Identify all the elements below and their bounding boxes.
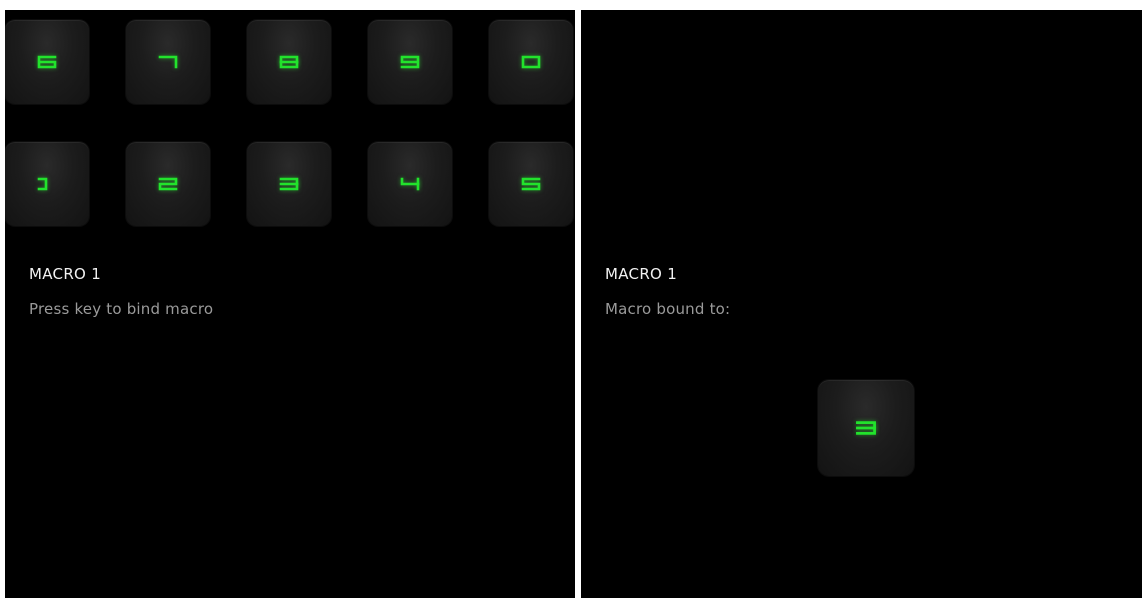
digit-segment bbox=[37, 177, 48, 191]
macro-key-5[interactable] bbox=[489, 142, 573, 226]
digit-3-icon bbox=[279, 177, 299, 191]
digit-segment bbox=[158, 177, 178, 191]
digit-6-icon bbox=[37, 55, 57, 69]
digit-segment bbox=[521, 55, 541, 69]
digit-9-icon bbox=[400, 55, 420, 69]
macro-key-0[interactable] bbox=[489, 20, 573, 104]
macro-key-6[interactable] bbox=[5, 20, 89, 104]
digit-segment bbox=[521, 177, 541, 191]
bound-key-3[interactable] bbox=[818, 380, 914, 476]
digit-1-icon bbox=[37, 177, 48, 191]
macro-bound-panel: MACRO 1 Macro bound to: bbox=[581, 10, 1142, 598]
macro-bound-status: Macro bound to: bbox=[605, 300, 731, 318]
digit-segment bbox=[37, 55, 57, 69]
digit-7-icon bbox=[158, 55, 178, 69]
macro-key-4[interactable] bbox=[368, 142, 452, 226]
digit-2-icon bbox=[158, 177, 178, 191]
macro-key-8[interactable] bbox=[247, 20, 331, 104]
digit-0-icon bbox=[521, 55, 541, 69]
macro-key-7[interactable] bbox=[126, 20, 210, 104]
macro-key-selection-panel: MACRO 1 Press key to bind macro bbox=[5, 10, 575, 598]
digit-8-icon bbox=[279, 55, 299, 69]
digit-4-icon bbox=[400, 177, 420, 191]
macro-key-2[interactable] bbox=[126, 142, 210, 226]
digit-segment bbox=[400, 55, 420, 69]
macro-key-1[interactable] bbox=[5, 142, 89, 226]
macro-key-9[interactable] bbox=[368, 20, 452, 104]
digit-3-icon bbox=[856, 421, 876, 435]
macro-title: MACRO 1 bbox=[605, 265, 678, 283]
digit-5-icon bbox=[521, 177, 541, 191]
macro-title: MACRO 1 bbox=[29, 265, 102, 283]
digit-segment bbox=[158, 55, 178, 69]
digit-segment bbox=[400, 177, 420, 186]
macro-key-3[interactable] bbox=[247, 142, 331, 226]
bind-instruction: Press key to bind macro bbox=[29, 300, 214, 318]
